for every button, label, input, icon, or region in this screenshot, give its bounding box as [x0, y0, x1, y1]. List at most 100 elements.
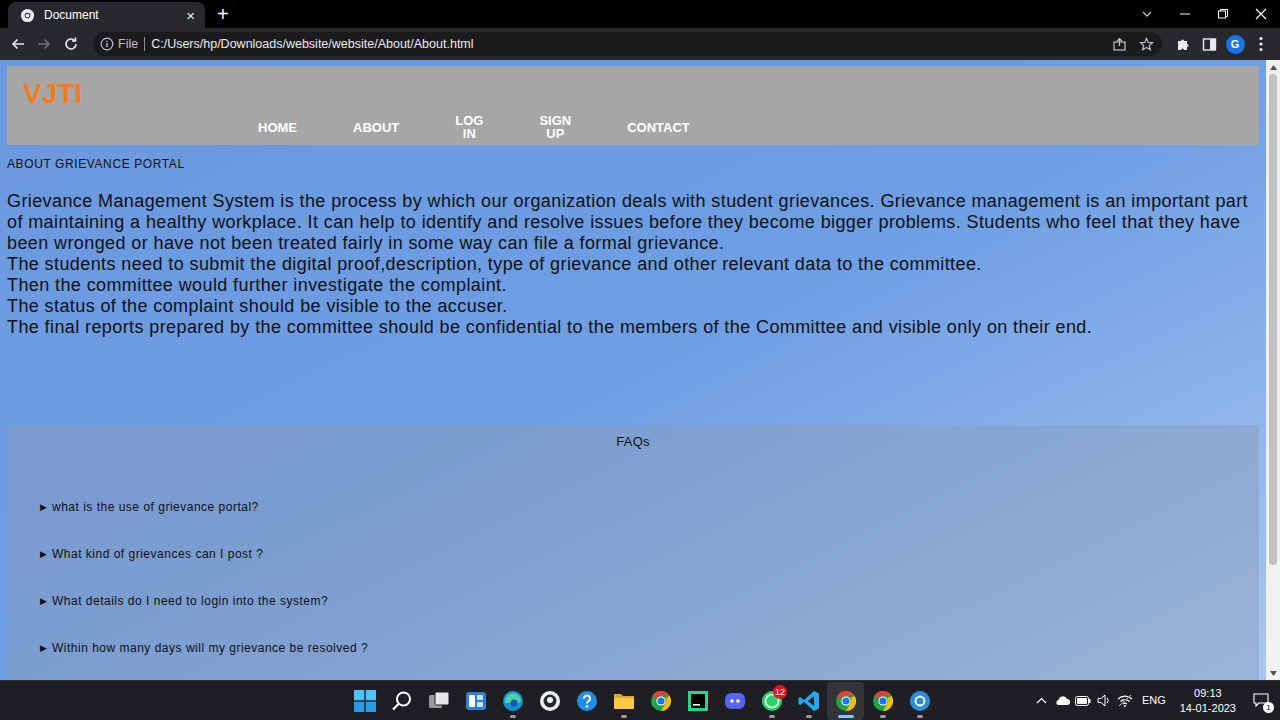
taskbar-app[interactable] [716, 682, 753, 720]
taskbar-app[interactable] [790, 682, 827, 720]
faq-question[interactable]: what is the use of grievance portal? [52, 500, 259, 514]
disclosure-marker[interactable]: ▶ [40, 641, 47, 655]
nav-link[interactable]: SIGN UP [539, 114, 571, 140]
chrome-icon [872, 690, 894, 712]
chrome-icon [835, 690, 857, 712]
explorer-icon [613, 690, 635, 712]
back-arrow-icon[interactable] [5, 31, 31, 57]
paragraph-line: The students need to submit the digital … [7, 254, 1259, 275]
restore-icon[interactable] [1204, 0, 1242, 28]
running-indicator [769, 715, 775, 718]
site-logo[interactable]: VJTI [7, 66, 1259, 108]
chrome-icon [650, 690, 672, 712]
scrollbar[interactable] [1266, 60, 1280, 680]
forward-arrow-icon[interactable] [31, 31, 57, 57]
section-label: ABOUT GRIEVANCE PORTAL [0, 157, 1266, 171]
url-text[interactable]: C:/Users/hp/Downloads/website/website/Ab… [151, 35, 473, 54]
disclosure-marker[interactable]: ▶ [40, 500, 47, 514]
bookmark-star-icon[interactable] [1139, 37, 1154, 52]
profile-avatar[interactable]: G [1226, 35, 1245, 54]
start-icon [354, 690, 376, 712]
faq-question[interactable]: What details do I need to login into the… [52, 594, 328, 608]
volume-icon[interactable] [1094, 694, 1115, 707]
running-indicator [806, 715, 812, 718]
taskbar-app[interactable] [420, 682, 457, 720]
nav-link[interactable]: HOME [258, 121, 297, 134]
web-page: VJTI HOME ABOUT LOG IN SIGN UP CONTACT ABOUT… [0, 60, 1266, 680]
share-icon[interactable] [1112, 37, 1127, 52]
scrollbar-track[interactable] [1266, 74, 1280, 666]
taskbar-app[interactable] [864, 682, 901, 720]
taskbar-app[interactable] [457, 682, 494, 720]
paragraph-line: The final reports prepared by the commit… [7, 317, 1259, 338]
help-icon [576, 690, 598, 712]
nav-link[interactable]: ABOUT [353, 121, 399, 134]
omnibox[interactable]: File C:/Users/hp/Downloads/website/websi… [93, 32, 1162, 56]
minimize-icon[interactable] [1166, 0, 1204, 28]
taskbar-app[interactable] [383, 682, 420, 720]
taskbar-app[interactable] [605, 682, 642, 720]
info-icon[interactable] [100, 37, 114, 51]
faq-item[interactable]: ▶ what is the use of grievance portal? [40, 500, 1259, 514]
taskbar-app[interactable] [827, 682, 864, 720]
onedrive-cloud-icon[interactable] [1052, 695, 1073, 706]
tray-chevron-icon[interactable] [1031, 697, 1052, 704]
page-viewport: VJTI HOME ABOUT LOG IN SIGN UP CONTACT ABOUT… [0, 60, 1280, 680]
taskbar-app[interactable] [901, 682, 938, 720]
faq-question[interactable]: What kind of grievances can I post ? [52, 547, 263, 561]
taskbar-app[interactable] [679, 682, 716, 720]
taskbar-app[interactable] [531, 682, 568, 720]
side-panel-icon[interactable] [1196, 31, 1222, 57]
site-navbar: VJTI HOME ABOUT LOG IN SIGN UP CONTACT [7, 66, 1259, 145]
faq-item[interactable]: ▶ What kind of grievances can I post ? [40, 547, 1259, 561]
close-window-icon[interactable] [1242, 0, 1280, 28]
scrollbar-thumb[interactable] [1269, 74, 1277, 565]
new-tab-button[interactable]: + [217, 4, 229, 24]
taskbar-app[interactable] [568, 682, 605, 720]
tab-search-icon[interactable] [1128, 0, 1166, 28]
faq-question[interactable]: Within how many days will my grievance b… [52, 641, 368, 655]
faq-section: FAQs ▶what is the use of grievance porta… [7, 425, 1259, 680]
notification-button[interactable]: 1 [1250, 690, 1272, 712]
taskbar-app[interactable]: 12 [753, 682, 790, 720]
nav-link[interactable]: CONTACT [627, 121, 690, 134]
disclosure-marker[interactable]: ▶ [40, 547, 47, 561]
tab-list: Document × [0, 2, 205, 28]
scroll-up-icon[interactable] [1270, 60, 1277, 74]
pycharm-icon [687, 690, 709, 712]
clock-date: 14-01-2023 [1180, 701, 1236, 716]
battery-icon[interactable] [1073, 696, 1094, 706]
menu-dots-icon[interactable] [1248, 31, 1274, 57]
canva-icon [909, 690, 931, 712]
taskbar-app[interactable] [346, 682, 383, 720]
running-indicator [838, 715, 854, 718]
paragraph-line: Then the committee would further investi… [7, 275, 1259, 296]
widgets-icon [465, 690, 487, 712]
taskbar-app[interactable] [494, 682, 531, 720]
window-controls [1128, 0, 1280, 28]
clock[interactable]: 09:13 14-01-2023 [1180, 686, 1236, 716]
faq-list: ▶ what is the use of grievance portal? ▶ Wh… [7, 500, 1259, 655]
disclosure-marker[interactable]: ▶ [40, 594, 47, 608]
taskbar-apps: 12 [0, 681, 938, 720]
system-tray: ENG 09:13 14-01-2023 1 [1031, 681, 1280, 720]
tab-title[interactable]: Document [44, 6, 175, 24]
running-indicator [621, 715, 627, 718]
tab-close-button[interactable]: × [184, 8, 197, 23]
taskbar: 12 ENG 09:13 14-01-2023 [0, 680, 1280, 720]
faq-item[interactable]: ▶ What details do I need to login into th… [40, 594, 1259, 608]
language-indicator[interactable]: ENG [1142, 692, 1166, 709]
edge-icon [502, 690, 524, 712]
profile-button[interactable]: G [1222, 31, 1248, 57]
taskbar-app[interactable] [642, 682, 679, 720]
taskview-icon [428, 690, 450, 712]
faq-item[interactable]: ▶ Within how many days will my grievance … [40, 641, 1259, 655]
reload-icon[interactable] [58, 31, 84, 57]
extensions-puzzle-icon[interactable] [1170, 31, 1196, 57]
wifi-icon[interactable] [1115, 694, 1136, 707]
nav-link[interactable]: LOG IN [455, 114, 483, 140]
running-indicator [917, 715, 923, 718]
scroll-down-icon[interactable] [1270, 666, 1277, 680]
nav-menu: HOME ABOUT LOG IN SIGN UP CONTACT [7, 114, 1259, 140]
browser-tab[interactable]: Document × [8, 2, 205, 28]
